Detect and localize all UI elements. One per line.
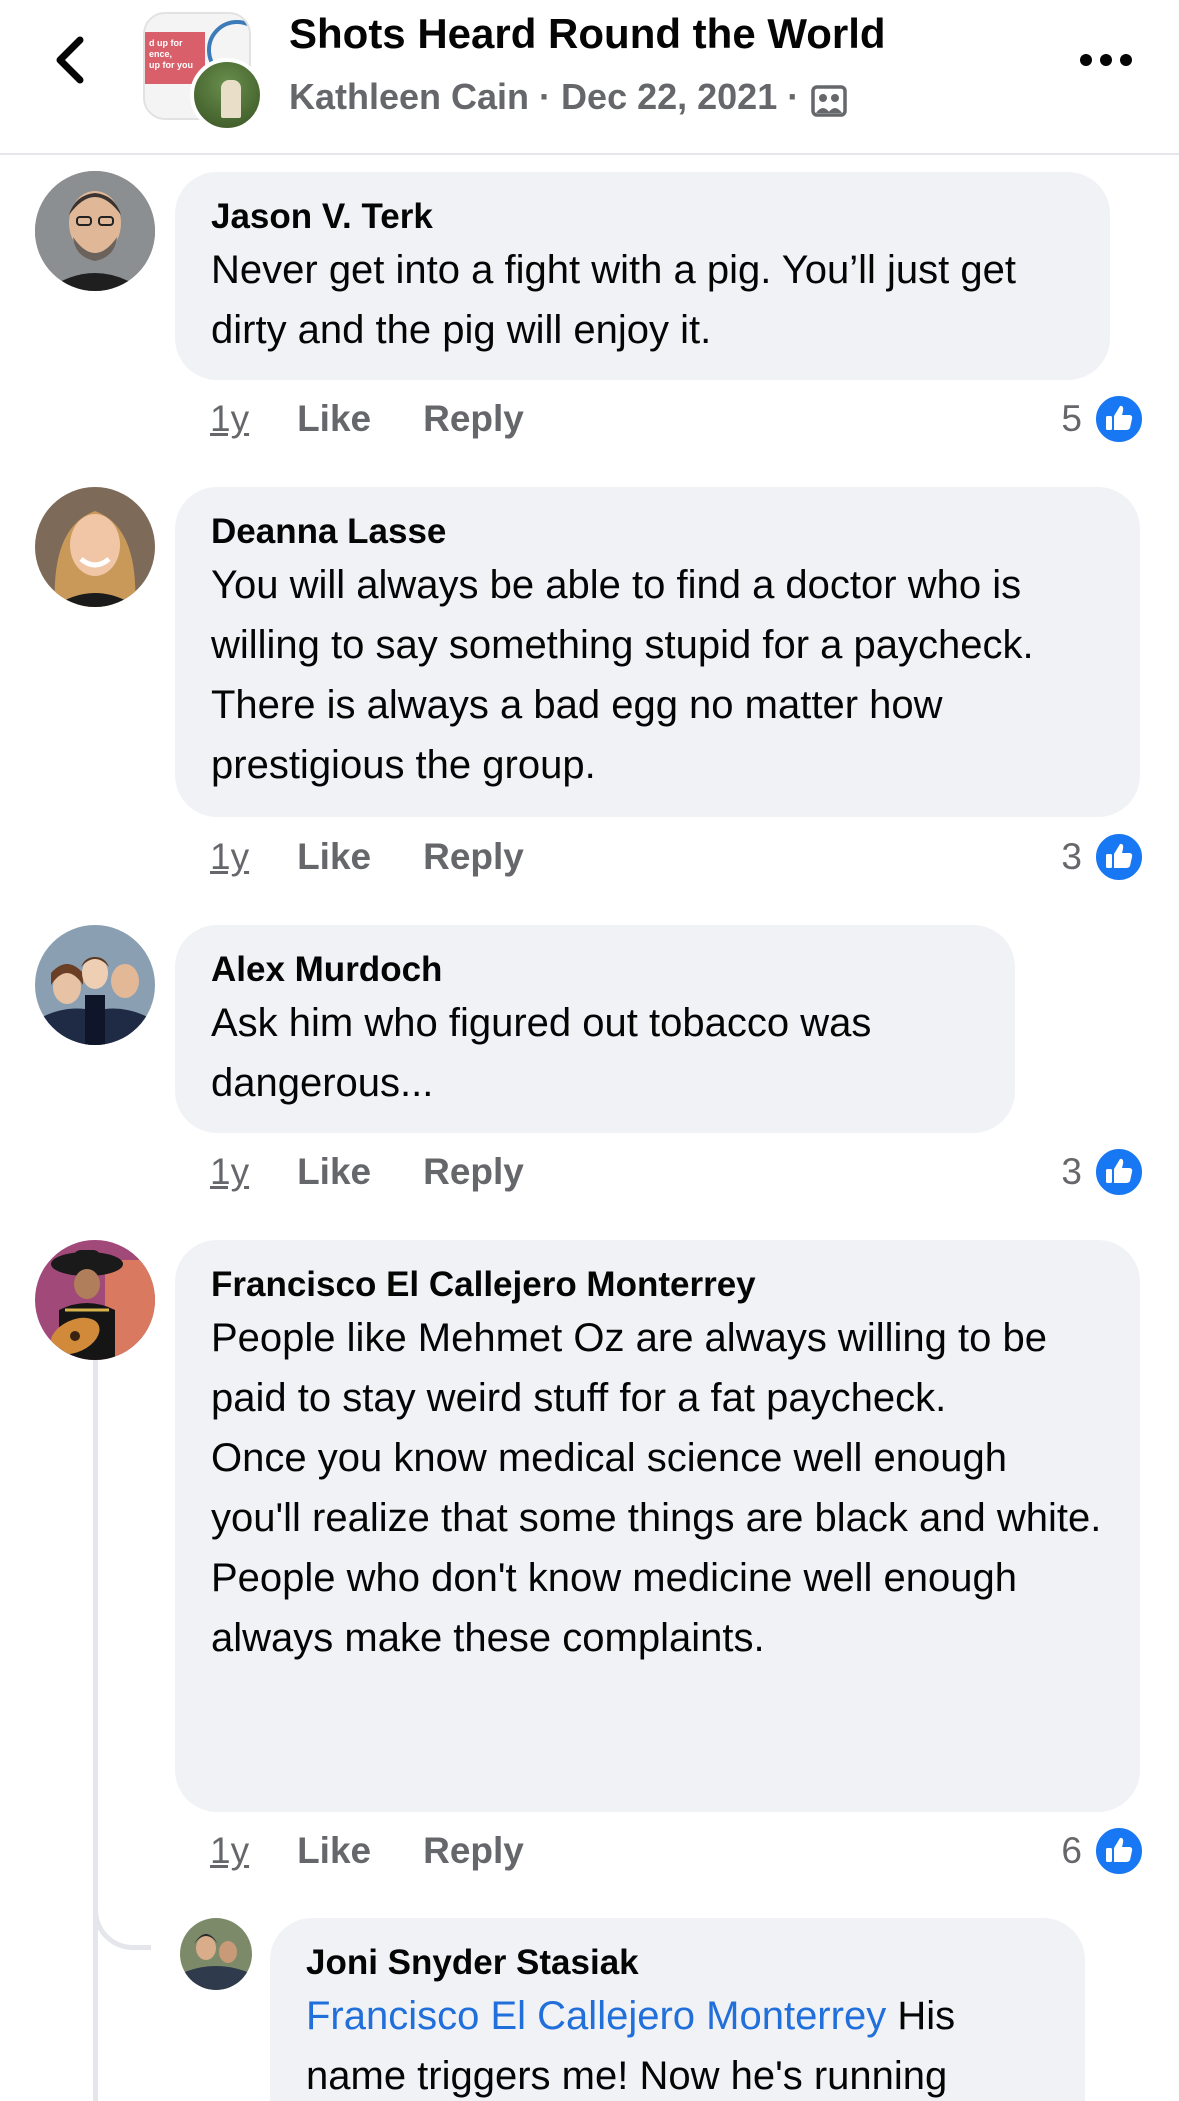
thumbs-up-icon — [1094, 394, 1144, 444]
comment-time[interactable]: 1y — [210, 1830, 249, 1872]
post-author[interactable]: Kathleen Cain — [289, 76, 529, 118]
group-title[interactable]: Shots Heard Round the World — [289, 10, 886, 58]
thumbs-up-icon — [1094, 1147, 1144, 1197]
group-avatar-text: d up for ence, up for you — [149, 38, 193, 70]
comment-text-paragraph: Ask him who figured out tobacco was dang… — [211, 1001, 872, 1105]
more-icon[interactable] — [1078, 50, 1134, 70]
like-button[interactable]: Like — [297, 1830, 371, 1872]
like-button[interactable]: Like — [297, 1151, 371, 1193]
comment-actions: 1y Like Reply — [210, 1147, 524, 1197]
comment-text: People like Mehmet Oz are always willing… — [211, 1308, 1104, 1668]
reaction-count: 5 — [1061, 398, 1082, 439]
reply-button[interactable]: Reply — [423, 836, 524, 878]
comment-time[interactable]: 1y — [210, 836, 249, 878]
mention-link[interactable]: Francisco El Callejero Monterrey — [306, 1994, 886, 2038]
reaction-count: 3 — [1061, 1151, 1082, 1192]
avatar-portrait — [180, 1918, 252, 1990]
comment-time[interactable]: 1y — [210, 1151, 249, 1193]
reply-author[interactable]: Joni Snyder Stasiak — [306, 1940, 1049, 1986]
reaction-summary[interactable]: 3 — [1061, 832, 1144, 882]
reply-text: Francisco El Callejero Monterrey His nam… — [306, 1986, 1049, 2101]
comment-author[interactable]: Deanna Lasse — [211, 509, 1104, 555]
like-button[interactable]: Like — [297, 836, 371, 878]
comment-bubble[interactable]: Jason V. Terk Never get into a fight wit… — [175, 172, 1110, 380]
comment-text: You will always be able to find a doctor… — [211, 555, 1104, 795]
comment-actions: 1y Like Reply — [210, 1826, 524, 1876]
post-meta: Kathleen Cain · Dec 22, 2021 · — [289, 76, 847, 118]
post-header: d up for ence, up for you Shots Heard Ro… — [0, 0, 1179, 155]
comment-text-paragraph: Once you know medical science well enoug… — [211, 1436, 1102, 1660]
chevron-left-icon[interactable] — [44, 30, 104, 90]
avatar-portrait — [35, 171, 155, 291]
thumbs-up-icon — [1094, 832, 1144, 882]
group-icon — [811, 85, 847, 117]
commenter-avatar[interactable] — [35, 925, 155, 1045]
comment-text-paragraph: Never get into a fight with a pig. You’l… — [211, 248, 1016, 352]
commenter-avatar[interactable] — [35, 171, 155, 291]
comment-author[interactable]: Alex Murdoch — [211, 947, 979, 993]
post-date[interactable]: Dec 22, 2021 — [561, 76, 777, 118]
comment-bubble[interactable]: Alex Murdoch Ask him who figured out tob… — [175, 925, 1015, 1133]
meta-separator: · — [787, 76, 800, 117]
reaction-count: 6 — [1061, 1830, 1082, 1871]
avatar-portrait — [35, 925, 155, 1045]
reaction-summary[interactable]: 6 — [1061, 1826, 1144, 1876]
reply-button[interactable]: Reply — [423, 1151, 524, 1193]
avatar-portrait — [35, 1240, 155, 1360]
thumbs-up-icon — [1094, 1826, 1144, 1876]
reaction-count: 3 — [1061, 836, 1082, 877]
reaction-summary[interactable]: 5 — [1061, 394, 1144, 444]
author-avatar[interactable] — [190, 58, 264, 132]
meta-separator: · — [539, 76, 552, 117]
comment-actions: 1y Like Reply — [210, 394, 524, 444]
post-comments-screen: d up for ence, up for you Shots Heard Ro… — [0, 0, 1179, 2101]
comment-bubble[interactable]: Deanna Lasse You will always be able to … — [175, 487, 1140, 817]
reply-thread-connector — [93, 1880, 151, 1950]
comment-text-paragraph: You will always be able to find a doctor… — [211, 563, 1034, 787]
like-button[interactable]: Like — [297, 398, 371, 440]
comment-text: Never get into a fight with a pig. You’l… — [211, 240, 1074, 360]
comment-author[interactable]: Francisco El Callejero Monterrey — [211, 1262, 1104, 1308]
commenter-avatar[interactable] — [35, 487, 155, 607]
comment-bubble[interactable]: Francisco El Callejero Monterrey People … — [175, 1240, 1140, 1812]
comment-author[interactable]: Jason V. Terk — [211, 194, 1074, 240]
avatar-portrait — [35, 487, 155, 607]
comment-text: Ask him who figured out tobacco was dang… — [211, 993, 979, 1113]
reply-bubble[interactable]: Joni Snyder Stasiak Francisco El Calleje… — [270, 1918, 1085, 2101]
comment-time[interactable]: 1y — [210, 398, 249, 440]
reaction-summary[interactable]: 3 — [1061, 1147, 1144, 1197]
reply-button[interactable]: Reply — [423, 398, 524, 440]
reply-thread-line — [93, 1360, 98, 2101]
comment-actions: 1y Like Reply — [210, 832, 524, 882]
commenter-avatar[interactable] — [35, 1240, 155, 1360]
replier-avatar[interactable] — [180, 1918, 252, 1990]
comment-text-paragraph: People like Mehmet Oz are always willing… — [211, 1316, 1047, 1420]
reply-button[interactable]: Reply — [423, 1830, 524, 1872]
